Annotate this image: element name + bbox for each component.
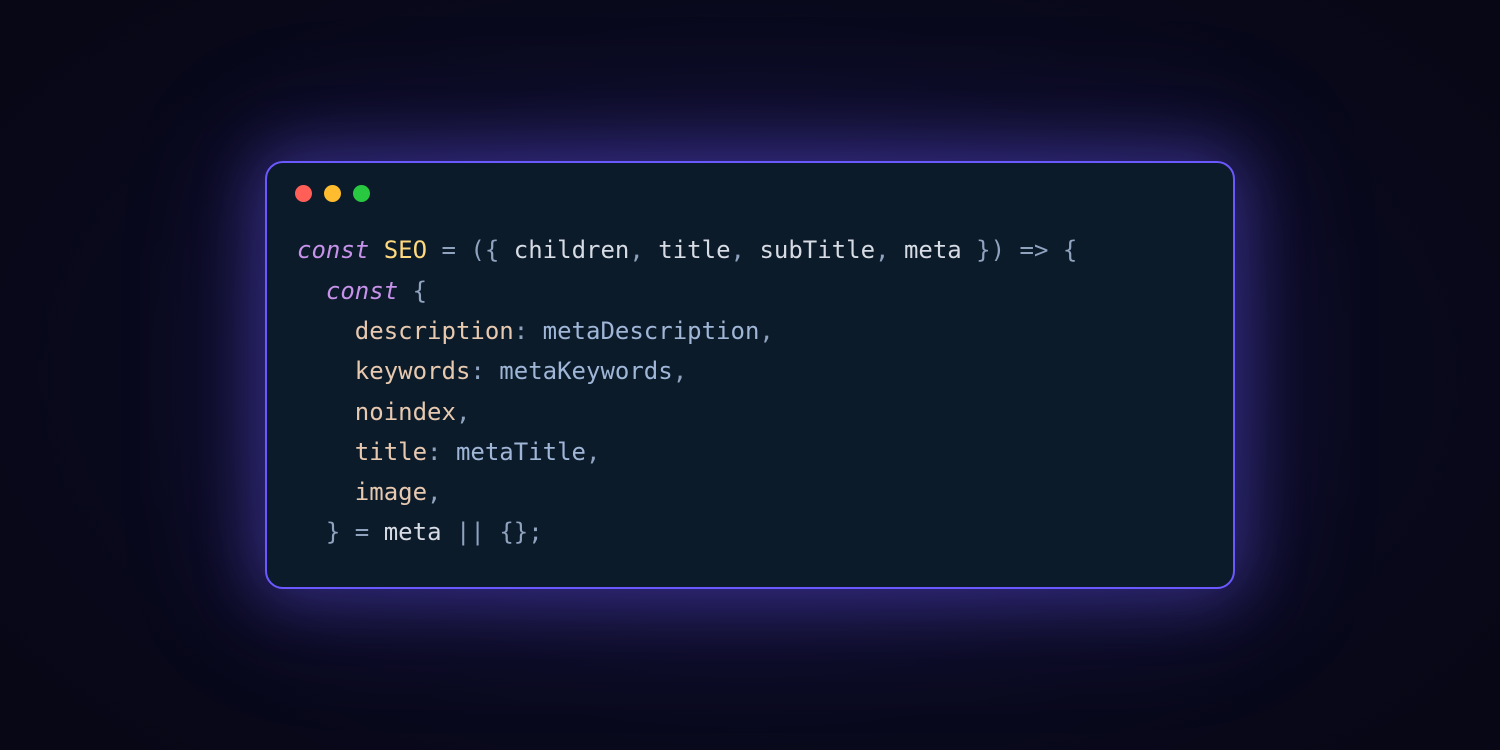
paren-open: ( — [470, 236, 484, 264]
close-icon[interactable] — [295, 185, 312, 202]
keyword-const: const — [326, 277, 398, 305]
param-meta: meta — [904, 236, 962, 264]
key-noindex: noindex — [355, 398, 456, 426]
alias-metaKeywords: metaKeywords — [499, 357, 672, 385]
maximize-icon[interactable] — [353, 185, 370, 202]
comma: , — [586, 438, 600, 466]
key-title: title — [355, 438, 427, 466]
op-eq: = — [427, 236, 470, 264]
brace-open: { — [413, 277, 427, 305]
op-or: || — [442, 518, 500, 546]
key-image: image — [355, 478, 427, 506]
empty-object: {} — [499, 518, 528, 546]
comma: , — [875, 236, 889, 264]
colon: : — [470, 357, 499, 385]
var-meta: meta — [384, 518, 442, 546]
comma: , — [673, 357, 687, 385]
key-description: description — [355, 317, 514, 345]
destructure-open: { — [485, 236, 514, 264]
window-titlebar — [267, 163, 1233, 212]
semicolon: ; — [528, 518, 542, 546]
param-subtitle: subTitle — [759, 236, 875, 264]
colon: : — [514, 317, 543, 345]
colon: : — [427, 438, 456, 466]
minimize-icon[interactable] — [324, 185, 341, 202]
comma: , — [731, 236, 745, 264]
op-eq: = — [340, 518, 383, 546]
key-keywords: keywords — [355, 357, 471, 385]
comma: , — [629, 236, 643, 264]
param-title: title — [658, 236, 730, 264]
code-window: const SEO = ({ children, title, subTitle… — [265, 161, 1235, 589]
keyword-const: const — [297, 236, 369, 264]
brace-close: } — [326, 518, 340, 546]
comma: , — [456, 398, 470, 426]
arrow: => — [1005, 236, 1063, 264]
destructure-close: } — [962, 236, 991, 264]
param-children: children — [514, 236, 630, 264]
code-block: const SEO = ({ children, title, subTitle… — [267, 212, 1233, 587]
alias-metaTitle: metaTitle — [456, 438, 586, 466]
brace-open: { — [1063, 236, 1077, 264]
paren-close: ) — [991, 236, 1005, 264]
alias-metaDescription: metaDescription — [543, 317, 760, 345]
comma: , — [759, 317, 773, 345]
function-name: SEO — [384, 236, 427, 264]
comma: , — [427, 478, 441, 506]
